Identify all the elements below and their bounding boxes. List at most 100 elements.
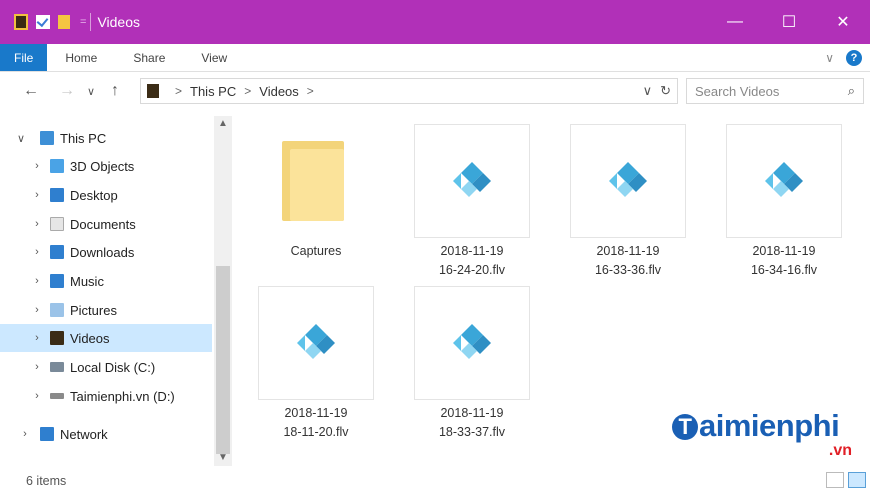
search-icon[interactable]: ⌕ — [848, 83, 855, 99]
watermark-suffix: .vn — [828, 442, 852, 459]
tree-item-label: Videos — [70, 330, 110, 346]
videos-folder-icon — [147, 84, 159, 98]
title-divider — [90, 13, 92, 31]
scroll-up-icon[interactable]: ▲ — [214, 118, 232, 129]
tree-item-label: Downloads — [70, 244, 135, 260]
file-item-video[interactable]: 2018-11-19 18-33-37.flv — [414, 286, 530, 442]
recent-locations-button[interactable]: ∨ — [80, 85, 102, 98]
expand-icon[interactable]: › — [30, 160, 44, 172]
search-box[interactable]: Search Videos ⌕ — [686, 78, 864, 104]
music-icon — [50, 274, 64, 288]
file-item-video[interactable]: 2018-11-19 16-33-36.flv — [570, 124, 686, 280]
details-view-button[interactable] — [826, 472, 844, 488]
expand-ribbon-icon[interactable]: ∨ — [825, 51, 834, 65]
collapse-icon[interactable]: ∨ — [14, 132, 28, 145]
tab-home[interactable]: Home — [47, 44, 115, 71]
expand-icon[interactable]: › — [30, 189, 44, 201]
expand-icon[interactable]: › — [30, 246, 44, 258]
tree-item-3d-objects[interactable]: › 3D Objects — [0, 152, 212, 180]
new-folder-icon[interactable] — [58, 15, 70, 29]
tree-item-label: Taimienphi.vn (D:) — [70, 388, 175, 404]
forward-button[interactable]: → — [56, 82, 78, 100]
large-icons-view-button[interactable] — [848, 472, 866, 488]
address-row: ← → ∨ ↑ > This PC > Videos > ∨ ↻ Search … — [0, 72, 870, 110]
tree-item-label: Documents — [70, 216, 136, 232]
file-name: 2018-11-19 16-33-36.flv — [594, 244, 661, 277]
folder-icon — [280, 139, 352, 223]
expand-icon[interactable]: › — [30, 218, 44, 230]
window-controls: — ☐ ✕ — [708, 0, 870, 44]
downloads-icon — [50, 245, 64, 259]
breadcrumb-this-pc[interactable]: This PC — [190, 84, 236, 99]
watermark-brand: aimienphi — [699, 408, 840, 443]
documents-icon — [50, 217, 64, 231]
expand-icon[interactable]: › — [30, 390, 44, 402]
expand-icon[interactable]: › — [30, 304, 44, 316]
kodi-icon — [453, 162, 491, 197]
window-icon[interactable] — [14, 14, 28, 30]
file-item-video[interactable]: 2018-11-19 16-34-16.flv — [726, 124, 842, 280]
file-item-captures[interactable]: Captures — [258, 124, 374, 261]
video-thumbnail[interactable] — [258, 286, 374, 400]
tree-item-pictures[interactable]: › Pictures — [0, 296, 212, 324]
video-thumbnail[interactable] — [726, 124, 842, 238]
tab-view[interactable]: View — [183, 44, 245, 71]
tab-file[interactable]: File — [0, 44, 48, 71]
tree-item-downloads[interactable]: › Downloads — [0, 238, 212, 266]
refresh-icon[interactable]: ↻ — [660, 83, 671, 99]
tree-item-label: Desktop — [70, 187, 118, 203]
scroll-thumb[interactable] — [216, 266, 230, 454]
item-count: 6 items — [26, 474, 67, 488]
back-button[interactable]: ← — [20, 82, 42, 100]
tree-item-taimienphi-drive[interactable]: › Taimienphi.vn (D:) — [0, 382, 212, 410]
video-thumbnail[interactable] — [414, 124, 530, 238]
tree-item-network[interactable]: › Network — [0, 420, 212, 448]
file-name: 2018-11-19 18-11-20.flv — [283, 406, 349, 439]
breadcrumb-videos[interactable]: Videos — [259, 84, 299, 99]
file-item-video[interactable]: 2018-11-19 16-24-20.flv — [414, 124, 530, 280]
minimize-button[interactable]: — — [708, 0, 762, 44]
maximize-button[interactable]: ☐ — [762, 0, 816, 44]
breadcrumb-separator[interactable]: > — [307, 84, 314, 98]
search-placeholder[interactable]: Search Videos — [695, 84, 779, 99]
tree-item-label: 3D Objects — [70, 158, 135, 174]
kodi-icon — [453, 324, 491, 359]
address-dropdown-icon[interactable]: ∨ — [643, 83, 653, 99]
expand-icon[interactable]: › — [30, 361, 44, 373]
file-name: 2018-11-19 16-34-16.flv — [750, 244, 817, 277]
tree-item-this-pc[interactable]: ∨ This PC — [0, 124, 212, 152]
window-title: Videos — [97, 14, 140, 30]
tree-item-desktop[interactable]: › Desktop — [0, 181, 212, 209]
up-button[interactable]: ↑ — [104, 82, 126, 100]
tree-item-documents[interactable]: › Documents — [0, 210, 212, 238]
video-thumbnail[interactable] — [570, 124, 686, 238]
video-thumbnail[interactable] — [414, 286, 530, 400]
expand-icon[interactable]: › — [18, 428, 32, 440]
address-bar[interactable]: > This PC > Videos > ∨ ↻ — [140, 78, 678, 104]
folder-thumbnail[interactable] — [258, 124, 374, 238]
tree-item-music[interactable]: › Music — [0, 267, 212, 295]
scroll-down-icon[interactable]: ▼ — [214, 452, 232, 463]
kodi-icon — [297, 324, 335, 359]
properties-icon[interactable] — [36, 15, 50, 29]
tab-share[interactable]: Share — [115, 44, 183, 71]
desktop-icon — [50, 188, 64, 202]
tree-item-local-disk[interactable]: › Local Disk (C:) — [0, 353, 212, 381]
close-button[interactable]: ✕ — [816, 0, 870, 44]
file-name: 2018-11-19 16-24-20.flv — [438, 244, 505, 277]
nav-scrollbar[interactable]: ▲ ▼ — [214, 116, 232, 466]
3d-objects-icon — [50, 159, 64, 173]
watermark-initial: T — [672, 414, 698, 440]
quick-access-toolbar: = — [0, 14, 86, 30]
expand-icon[interactable]: › — [30, 275, 44, 287]
breadcrumb-separator[interactable]: > — [175, 84, 182, 98]
pictures-icon — [50, 303, 64, 317]
help-icon[interactable]: ? — [846, 50, 862, 66]
tree-item-videos[interactable]: › Videos — [0, 324, 212, 352]
network-icon — [40, 427, 54, 441]
expand-icon[interactable]: › — [30, 332, 44, 344]
customize-toolbar-icon[interactable]: = — [80, 16, 86, 28]
breadcrumb-separator[interactable]: > — [244, 84, 251, 98]
file-item-video[interactable]: 2018-11-19 18-11-20.flv — [258, 286, 374, 442]
tree-item-label: Music — [70, 273, 104, 289]
